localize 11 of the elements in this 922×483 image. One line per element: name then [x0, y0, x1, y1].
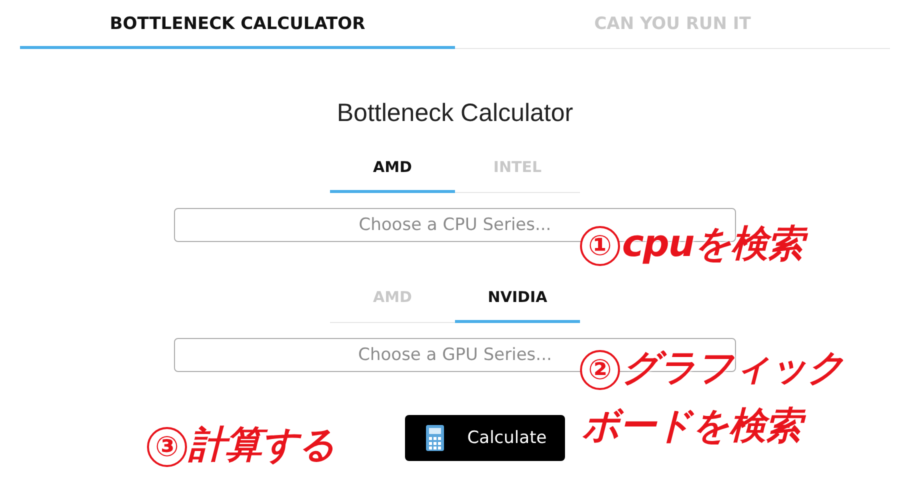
- tab[interactable]: NVIDIA: [455, 288, 580, 323]
- tab[interactable]: BOTTLENECK CALCULATOR: [20, 0, 455, 49]
- annotation-overlay: 計算する: [189, 423, 336, 468]
- calculator-icon: [425, 424, 446, 452]
- step-number-overlay: ③: [147, 427, 187, 468]
- step-number-overlay: ②: [580, 350, 620, 390]
- tab[interactable]: AMD: [330, 158, 455, 193]
- calculate-button[interactable]: Calculate: [405, 415, 565, 461]
- page-title: Bottleneck Calculator: [336, 99, 574, 128]
- step-number-overlay: ①: [580, 226, 620, 266]
- annotation-overlay: ボードを検索: [582, 404, 809, 452]
